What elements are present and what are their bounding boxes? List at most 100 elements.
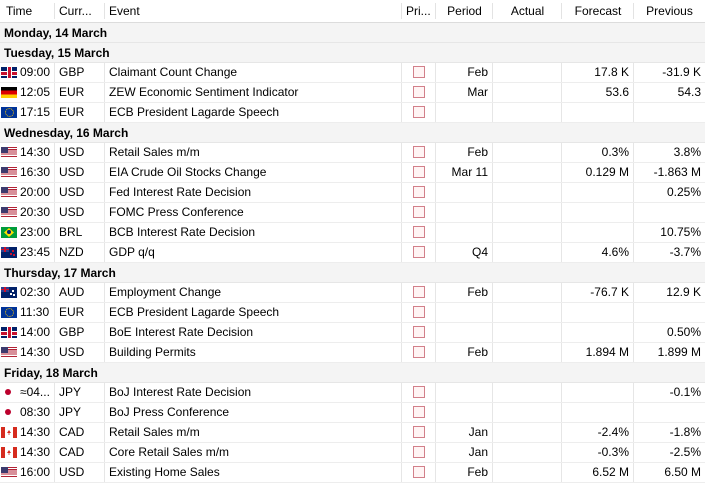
table-row[interactable]: 20:00 USD Fed Interest Rate Decision 0.25%	[0, 183, 705, 203]
priority-checkbox[interactable]	[412, 385, 425, 398]
event-time-value: 08:30	[20, 405, 50, 419]
column-header-priority[interactable]: Pri...	[402, 0, 436, 22]
event-previous: -3.7%	[669, 245, 701, 259]
priority-checkbox[interactable]	[412, 325, 425, 338]
event-period: Jan	[436, 423, 493, 442]
event-time-value: 09:00	[20, 65, 50, 79]
priority-checkbox[interactable]	[412, 285, 425, 298]
event-priority	[402, 223, 436, 242]
event-forecast	[562, 203, 634, 222]
event-currency: GBP	[55, 323, 105, 342]
event-name: BoJ Interest Rate Decision	[105, 383, 402, 402]
event-currency: USD	[55, 143, 105, 162]
event-currency: BRL	[55, 223, 105, 242]
table-row[interactable]: 23:00 BRL BCB Interest Rate Decision 10.75%	[0, 223, 705, 243]
table-row[interactable]: 16:00 USD Existing Home Sales Feb 6.52 M 6.50…	[0, 463, 705, 483]
event-actual	[493, 83, 562, 102]
table-row[interactable]: 14:30 USD Building Permits Feb 1.894 M 1.899 …	[0, 343, 705, 363]
column-header-actual[interactable]: Actual	[493, 0, 562, 22]
table-row[interactable]: 16:30 USD EIA Crude Oil Stocks Change Mar 1…	[0, 163, 705, 183]
event-currency: CAD	[55, 423, 105, 442]
event-previous: -31.9 K	[662, 65, 701, 79]
event-time: 09:00	[0, 63, 55, 82]
table-row[interactable]: 08:30 JPY BoJ Press Conference	[0, 403, 705, 423]
priority-checkbox[interactable]	[412, 345, 425, 358]
column-header-forecast[interactable]: Forecast	[562, 0, 634, 22]
event-time: 02:30	[0, 283, 55, 302]
table-row[interactable]: 17:15 EUR ECB President Lagarde Speech	[0, 103, 705, 123]
priority-checkbox[interactable]	[412, 165, 425, 178]
priority-checkbox[interactable]	[412, 205, 425, 218]
event-priority	[402, 103, 436, 122]
priority-checkbox[interactable]	[412, 145, 425, 158]
priority-checkbox[interactable]	[412, 65, 425, 78]
table-row[interactable]: 09:00 GBP Claimant Count Change Feb 17.8 K -3…	[0, 63, 705, 83]
event-time-value: 23:45	[20, 245, 50, 259]
table-row[interactable]: 14:30 USD Retail Sales m/m Feb 0.3% 3.8%	[0, 143, 705, 163]
australia-flag-icon	[1, 287, 17, 298]
event-period	[436, 203, 493, 222]
table-row[interactable]: ≈04... JPY BoJ Interest Rate Decision -0.1%	[0, 383, 705, 403]
table-row[interactable]: 23:45 NZD GDP q/q Q4 4.6% -3.7%	[0, 243, 705, 263]
event-forecast	[562, 403, 634, 422]
us-flag-icon	[1, 147, 17, 158]
event-previous: -0.1%	[669, 385, 701, 399]
table-header: Time Curr... Event Pri... Period Actual …	[0, 0, 705, 23]
event-time: ≈04...	[0, 383, 55, 402]
event-name: BoE Interest Rate Decision	[105, 323, 402, 342]
table-row[interactable]: 20:30 USD FOMC Press Conference	[0, 203, 705, 223]
column-header-time[interactable]: Time	[0, 0, 55, 22]
priority-checkbox[interactable]	[412, 305, 425, 318]
priority-checkbox[interactable]	[412, 185, 425, 198]
table-row[interactable]: 14:30 CAD Retail Sales m/m Jan -2.4% -1.8%	[0, 423, 705, 443]
event-forecast	[562, 383, 634, 402]
date-group-header: Monday, 14 March	[0, 23, 705, 43]
priority-checkbox[interactable]	[412, 405, 425, 418]
event-previous: 1.899 M	[657, 345, 701, 359]
event-priority	[402, 63, 436, 82]
priority-checkbox[interactable]	[412, 425, 425, 438]
priority-checkbox[interactable]	[412, 225, 425, 238]
event-previous	[634, 403, 705, 422]
eu-flag-icon	[1, 107, 17, 118]
column-header-event[interactable]: Event	[105, 0, 402, 22]
event-time: 12:05	[0, 83, 55, 102]
priority-checkbox[interactable]	[412, 465, 425, 478]
column-header-previous[interactable]: Previous	[634, 0, 705, 22]
event-currency: USD	[55, 203, 105, 222]
event-period: Feb	[436, 343, 493, 362]
event-time-value: 14:30	[20, 445, 50, 459]
event-forecast: 17.8 K	[562, 63, 634, 82]
event-priority	[402, 323, 436, 342]
event-currency: USD	[55, 163, 105, 182]
priority-checkbox[interactable]	[412, 85, 425, 98]
column-header-currency[interactable]: Curr...	[55, 0, 105, 22]
table-row[interactable]: 02:30 AUD Employment Change Feb -76.7 K 12.9 …	[0, 283, 705, 303]
event-name: ECB President Lagarde Speech	[105, 103, 402, 122]
event-time: 23:00	[0, 223, 55, 242]
event-time-value: 16:00	[20, 465, 50, 479]
event-name: Existing Home Sales	[105, 463, 402, 482]
event-time: 14:00	[0, 323, 55, 342]
event-forecast: 0.129 M	[562, 163, 634, 182]
table-row[interactable]: 11:30 EUR ECB President Lagarde Speech	[0, 303, 705, 323]
priority-checkbox[interactable]	[412, 105, 425, 118]
event-priority	[402, 243, 436, 262]
priority-checkbox[interactable]	[412, 245, 425, 258]
event-forecast	[562, 223, 634, 242]
event-time-value: 20:30	[20, 205, 50, 219]
event-time-value: 16:30	[20, 165, 50, 179]
event-period: Feb	[436, 143, 493, 162]
date-group-header: Friday, 18 March	[0, 363, 705, 383]
event-actual	[493, 163, 562, 182]
event-name: Building Permits	[105, 343, 402, 362]
column-header-period[interactable]: Period	[436, 0, 493, 22]
table-row[interactable]: 14:00 GBP BoE Interest Rate Decision 0.50%	[0, 323, 705, 343]
date-group-header: Thursday, 17 March	[0, 263, 705, 283]
event-time: 14:30	[0, 143, 55, 162]
priority-checkbox[interactable]	[412, 445, 425, 458]
table-row[interactable]: 12:05 EUR ZEW Economic Sentiment Indicator…	[0, 83, 705, 103]
us-flag-icon	[1, 347, 17, 358]
japan-flag-icon	[1, 387, 17, 398]
table-row[interactable]: 14:30 CAD Core Retail Sales m/m Jan -0.3% -2.…	[0, 443, 705, 463]
